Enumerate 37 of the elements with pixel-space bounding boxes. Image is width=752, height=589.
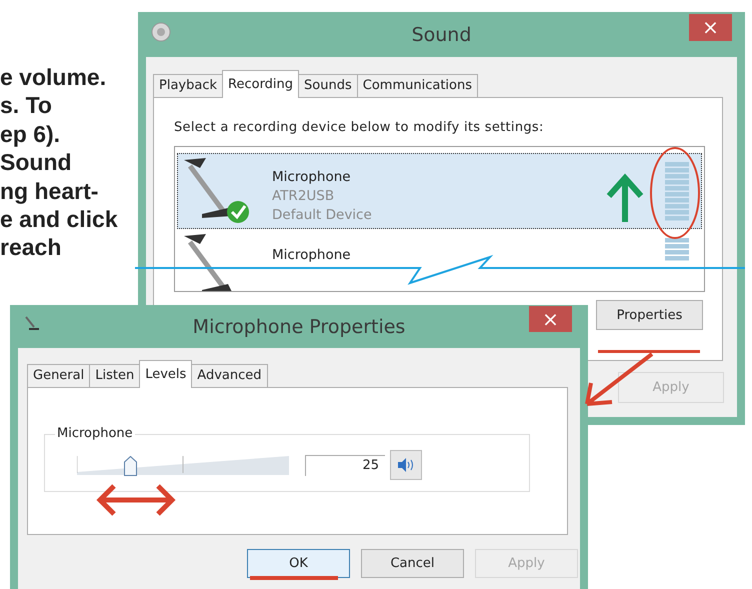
level-meter — [665, 238, 689, 260]
level-meter — [665, 162, 689, 220]
article-text-line: Sound — [0, 148, 72, 177]
tab[interactable]: Levels — [139, 360, 192, 388]
device-detail: Default Device — [272, 206, 373, 225]
speaker-button[interactable] — [390, 450, 422, 480]
up-arrow — [606, 173, 644, 225]
level-value-field[interactable]: 25 — [305, 454, 385, 476]
device-name: Microphone — [272, 168, 352, 187]
article-text-line: s. To — [0, 91, 52, 120]
device-item[interactable]: Microphone — [177, 229, 702, 291]
article-text-line: e volume. — [0, 63, 106, 92]
group-label: Microphone — [55, 426, 135, 441]
ok-button[interactable]: OK — [247, 549, 350, 578]
cancel-button[interactable]: Cancel — [361, 549, 464, 578]
window-title: Sound — [412, 24, 472, 46]
article-text-line: ep 6). — [0, 120, 60, 148]
close-button[interactable]: × — [529, 306, 572, 332]
instruction-text: Select a recording device below to modify its settings: — [174, 120, 545, 135]
device-detail: ATR2USB — [272, 187, 336, 206]
slider-thumb[interactable] — [124, 456, 137, 476]
article-text-line: ng heart- — [0, 176, 98, 206]
tab[interactable]: Communications — [356, 74, 478, 97]
volume-slider[interactable] — [77, 453, 289, 477]
tab[interactable]: General — [27, 364, 90, 387]
window-title: Microphone Properties — [192, 316, 406, 338]
article-text-line: reach — [0, 233, 62, 262]
article-text-line: e and click — [0, 205, 118, 234]
pointer-arrow — [585, 352, 654, 406]
device-item[interactable]: Microphone ATR2USB Default Device — [177, 153, 702, 229]
microphone-icon — [24, 315, 40, 331]
close-button[interactable]: × — [689, 14, 732, 41]
tab[interactable]: Recording — [222, 70, 300, 98]
device-name: Microphone — [272, 246, 352, 265]
properties-button[interactable]: Properties — [596, 300, 703, 330]
tab[interactable]: Advanced — [191, 364, 268, 387]
tab[interactable]: Playback — [153, 74, 224, 97]
